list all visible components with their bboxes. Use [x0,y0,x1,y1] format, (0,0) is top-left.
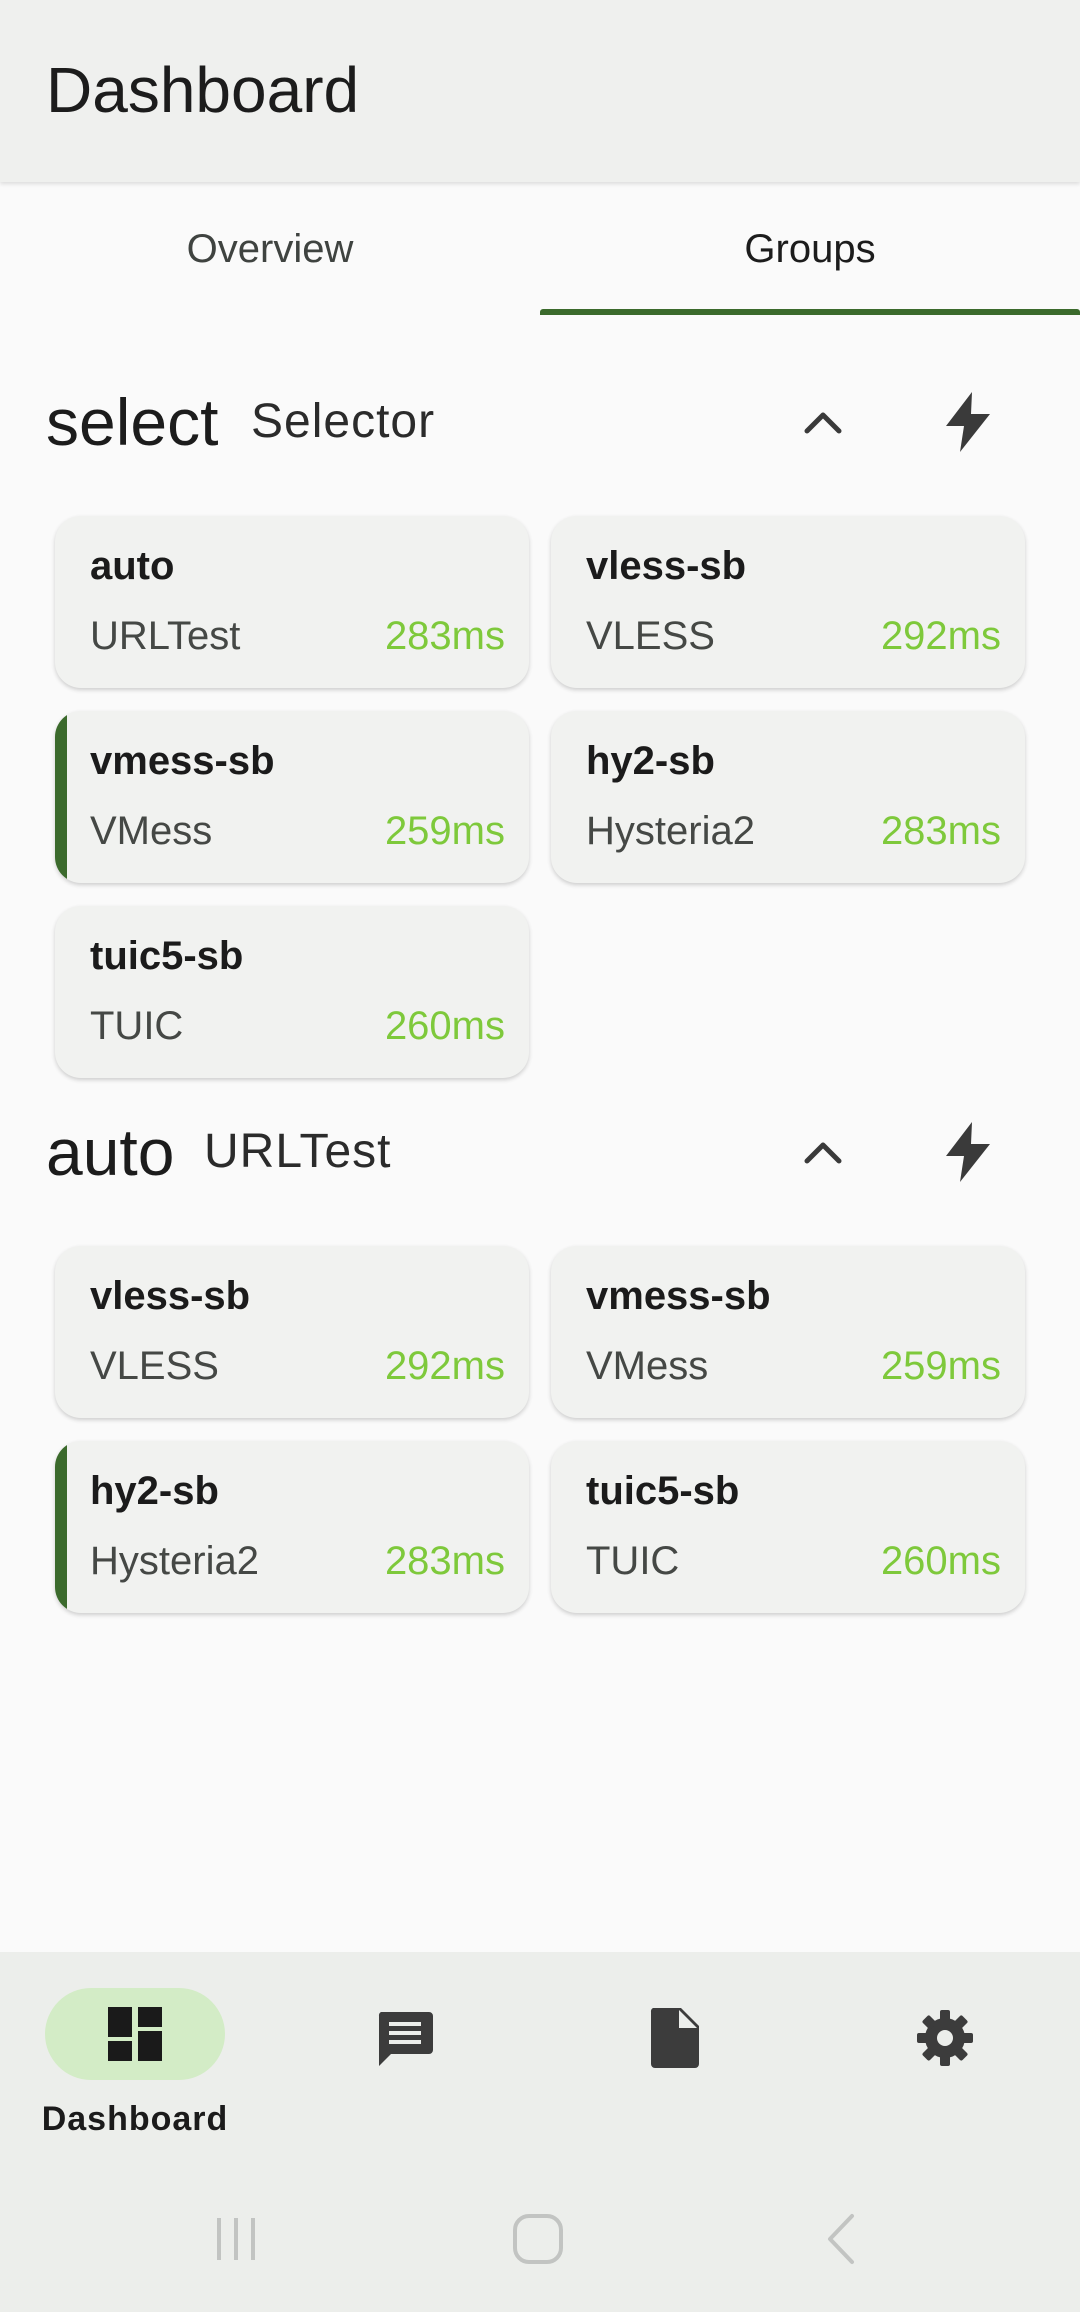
proxy-delay: 283ms [384,1539,505,1583]
proxy-card[interactable]: tuic5-sb TUIC 260ms [551,1441,1025,1613]
proxy-type: VMess [90,809,213,853]
proxy-name: vmess-sb [90,739,275,783]
nav-item-files[interactable] [540,1952,810,2166]
chevron-up-icon[interactable] [778,377,868,467]
lightning-bolt-icon[interactable] [923,377,1013,467]
proxy-card-selected[interactable]: vmess-sb VMess 259ms [55,711,529,883]
group-header-select: select Selector [46,372,1036,472]
page-title: Dashboard [46,54,360,126]
nav-item-settings[interactable] [810,1952,1080,2166]
proxy-type: Hysteria2 [90,1539,259,1583]
proxy-type: VLESS [90,1344,219,1388]
message-icon [355,1988,455,2088]
top-app-bar: Dashboard [0,0,1080,182]
proxy-type: Hysteria2 [586,809,755,853]
proxy-card[interactable]: tuic5-sb TUIC 260ms [55,906,529,1078]
lightning-bolt-icon[interactable] [923,1107,1013,1197]
home-icon[interactable] [478,2196,598,2282]
group-name: select [46,385,219,459]
proxy-delay: 283ms [880,809,1001,853]
proxy-card[interactable]: vless-sb VLESS 292ms [55,1246,529,1418]
group-type: Selector [251,395,436,448]
proxy-delay: 259ms [880,1344,1001,1388]
document-icon [625,1988,725,2088]
chevron-up-icon[interactable] [778,1107,868,1197]
back-icon[interactable] [782,2196,902,2282]
system-navigation-bar [0,2166,1080,2312]
proxy-name: vless-sb [586,544,747,588]
proxy-card[interactable]: hy2-sb Hysteria2 283ms [551,711,1025,883]
recent-apps-icon[interactable] [176,2196,296,2282]
proxy-name: auto [90,544,175,588]
proxy-name: tuic5-sb [90,934,244,978]
proxy-type: VLESS [586,614,715,658]
proxy-card[interactable]: vless-sb VLESS 292ms [551,516,1025,688]
group-type: URLTest [204,1125,392,1178]
proxy-delay: 260ms [384,1004,505,1048]
proxy-type: URLTest [90,614,241,658]
proxy-type: TUIC [90,1004,184,1048]
proxy-name: vless-sb [90,1274,251,1318]
proxy-name: hy2-sb [586,739,715,783]
group-name: auto [46,1115,175,1189]
proxy-card[interactable]: vmess-sb VMess 259ms [551,1246,1025,1418]
proxy-card-selected[interactable]: hy2-sb Hysteria2 283ms [55,1441,529,1613]
dashboard-icon [108,2007,162,2061]
tab-overview[interactable]: Overview [0,182,540,316]
proxy-name: vmess-sb [586,1274,771,1318]
proxy-delay: 283ms [384,614,505,658]
proxy-card[interactable]: auto URLTest 283ms [55,516,529,688]
nav-item-messages[interactable] [270,1952,540,2166]
proxy-delay: 260ms [880,1539,1001,1583]
proxy-delay: 292ms [880,614,1001,658]
nav-item-dashboard[interactable]: Dashboard [0,1952,270,2166]
tab-indicator [540,309,1080,315]
group-header-auto: auto URLTest [46,1102,1036,1202]
settings-icon [895,1988,995,2088]
bottom-navigation-bar: Dashboard [0,1952,1080,2166]
proxy-name: tuic5-sb [586,1469,740,1513]
proxy-type: TUIC [586,1539,680,1583]
nav-label-dashboard: Dashboard [41,2100,229,2138]
proxy-delay: 259ms [384,809,505,853]
proxy-name: hy2-sb [90,1469,219,1513]
proxy-type: VMess [586,1344,709,1388]
proxy-delay: 292ms [384,1344,505,1388]
tab-groups[interactable]: Groups [540,182,1080,316]
tab-bar: Overview Groups [0,182,1080,316]
nav-active-indicator [45,1988,225,2080]
